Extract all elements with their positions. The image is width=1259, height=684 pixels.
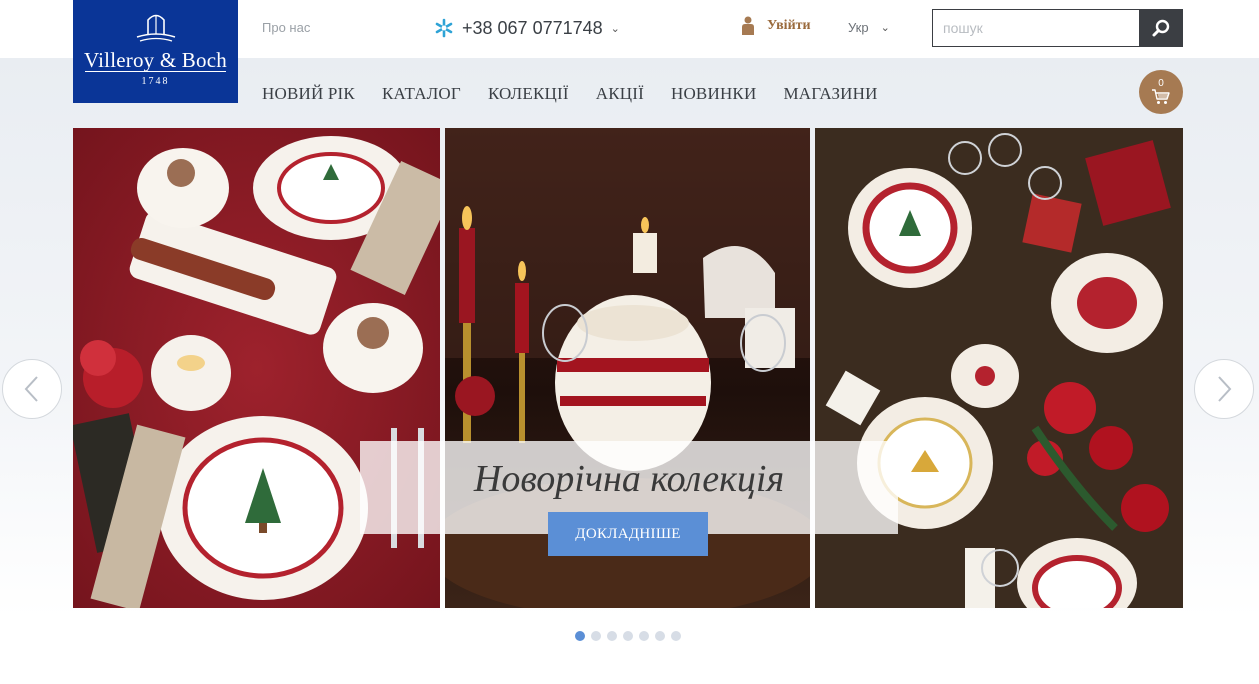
nav-item-collections[interactable]: КОЛЕКЦІЇ xyxy=(488,84,569,104)
slider-dot[interactable] xyxy=(655,631,665,641)
cart-button[interactable]: 0 xyxy=(1139,70,1183,114)
user-icon xyxy=(742,16,754,35)
chevron-left-icon xyxy=(24,376,38,402)
logo-divider xyxy=(85,71,226,72)
cart-count-badge: 0 xyxy=(1158,78,1164,89)
language-selector[interactable]: Укр ⌄ xyxy=(848,20,890,35)
logo-emblem-icon xyxy=(136,14,176,42)
slider-dot[interactable] xyxy=(639,631,649,641)
nav-item-promotions[interactable]: АКЦІЇ xyxy=(596,84,644,104)
brand-logo[interactable]: Villeroy & Boch 1748 xyxy=(73,0,238,103)
nav-item-new-arrivals[interactable]: НОВИНКИ xyxy=(671,84,756,104)
slider-dot[interactable] xyxy=(671,631,681,641)
nav-item-new-year[interactable]: НОВИЙ РІК xyxy=(262,84,355,104)
search-input[interactable] xyxy=(932,9,1139,47)
phone-number: +38 067 0771748 xyxy=(462,17,603,38)
login-label: Увійти xyxy=(767,18,811,33)
slider-next-button[interactable] xyxy=(1194,359,1254,419)
logo-year: 1748 xyxy=(141,76,170,87)
slide-photo-table xyxy=(815,128,1183,608)
about-link[interactable]: Про нас xyxy=(262,20,310,35)
nav-item-stores[interactable]: МАГАЗИНИ xyxy=(783,84,877,104)
search-button[interactable] xyxy=(1139,9,1183,47)
nav-item-catalog[interactable]: КАТАЛОГ xyxy=(382,84,461,104)
magnifier-icon xyxy=(1152,19,1170,37)
slider-prev-button[interactable] xyxy=(2,359,62,419)
slide-title: Новорічна колекція xyxy=(473,458,785,500)
main-navigation: НОВИЙ РІК КАТАЛОГ КОЛЕКЦІЇ АКЦІЇ НОВИНКИ… xyxy=(262,84,905,104)
login-link[interactable]: Увійти xyxy=(741,16,811,36)
chevron-down-icon: ⌄ xyxy=(610,22,620,35)
slider-pagination xyxy=(575,631,687,641)
logo-brand-name: Villeroy & Boch xyxy=(84,48,227,72)
slider-dot[interactable] xyxy=(591,631,601,641)
phone-selector[interactable]: +38 067 0771748 ⌄ xyxy=(434,16,620,40)
chevron-right-icon xyxy=(1218,376,1232,402)
hero-slider: Новорічна колекція ДОКЛАДНІШЕ xyxy=(73,128,1183,608)
chevron-down-icon: ⌄ xyxy=(880,22,890,34)
language-label: Укр xyxy=(848,20,869,35)
slider-dot[interactable] xyxy=(623,631,633,641)
slider-dot[interactable] xyxy=(607,631,617,641)
asterisk-phone-icon xyxy=(435,18,453,38)
slide-photo-tableware xyxy=(73,128,440,608)
cart-icon xyxy=(1152,89,1170,104)
slider-dot[interactable] xyxy=(575,631,585,641)
search-form xyxy=(932,9,1183,47)
more-button[interactable]: ДОКЛАДНІШЕ xyxy=(548,512,708,556)
